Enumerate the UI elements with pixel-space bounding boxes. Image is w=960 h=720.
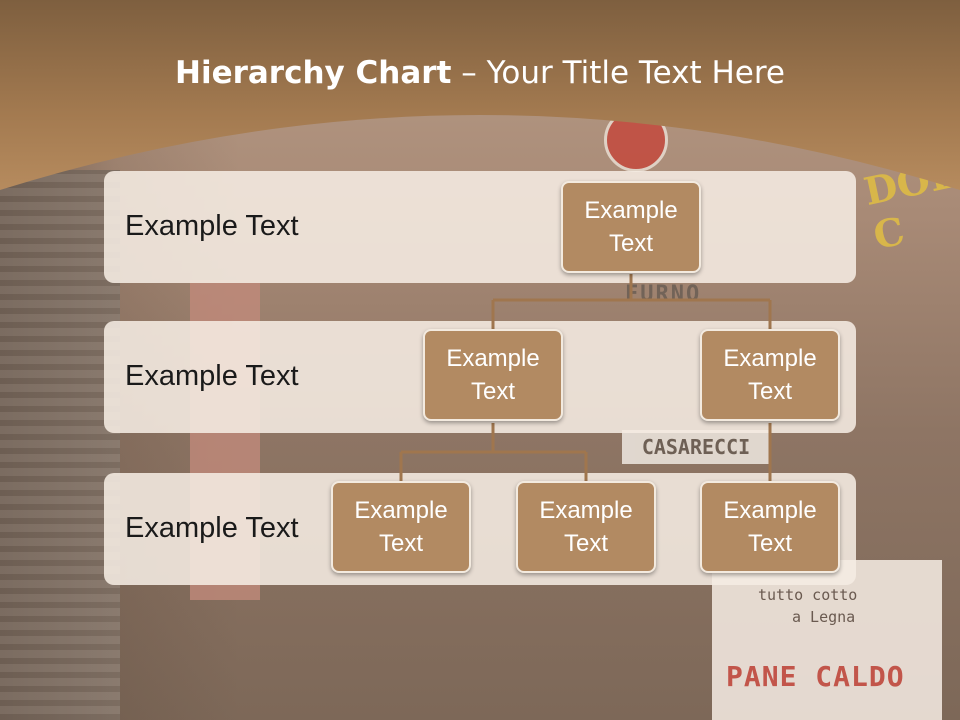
node-level3-c-line1: Example: [723, 497, 817, 524]
slide: DOLCI C FURNO CASARECCI tutto cotto a Le…: [0, 0, 960, 720]
node-level2-left-line2: Text: [470, 378, 515, 405]
node-level2-left-line1: Example: [446, 345, 540, 372]
node-level3-b[interactable]: Example Text: [516, 481, 656, 573]
connector-left-to-level3: [399, 423, 588, 481]
node-root-line2: Text: [608, 230, 653, 257]
node-level3-b-line2: Text: [563, 530, 608, 557]
node-level2-right-line2: Text: [747, 378, 792, 405]
connector-root-to-level2: [491, 274, 772, 329]
node-level3-c-line2: Text: [747, 530, 792, 557]
node-level3-a-line1: Example: [354, 497, 448, 524]
node-level3-c[interactable]: Example Text: [700, 481, 840, 573]
node-level3-b-line1: Example: [539, 497, 633, 524]
node-level2-right[interactable]: Example Text: [700, 329, 840, 421]
node-level2-right-line1: Example: [723, 345, 817, 372]
node-level2-left[interactable]: Example Text: [423, 329, 563, 421]
node-root-line1: Example: [584, 197, 678, 224]
node-level3-a-line2: Text: [378, 530, 423, 557]
node-root[interactable]: Example Text: [561, 181, 701, 273]
node-level3-a[interactable]: Example Text: [331, 481, 471, 573]
